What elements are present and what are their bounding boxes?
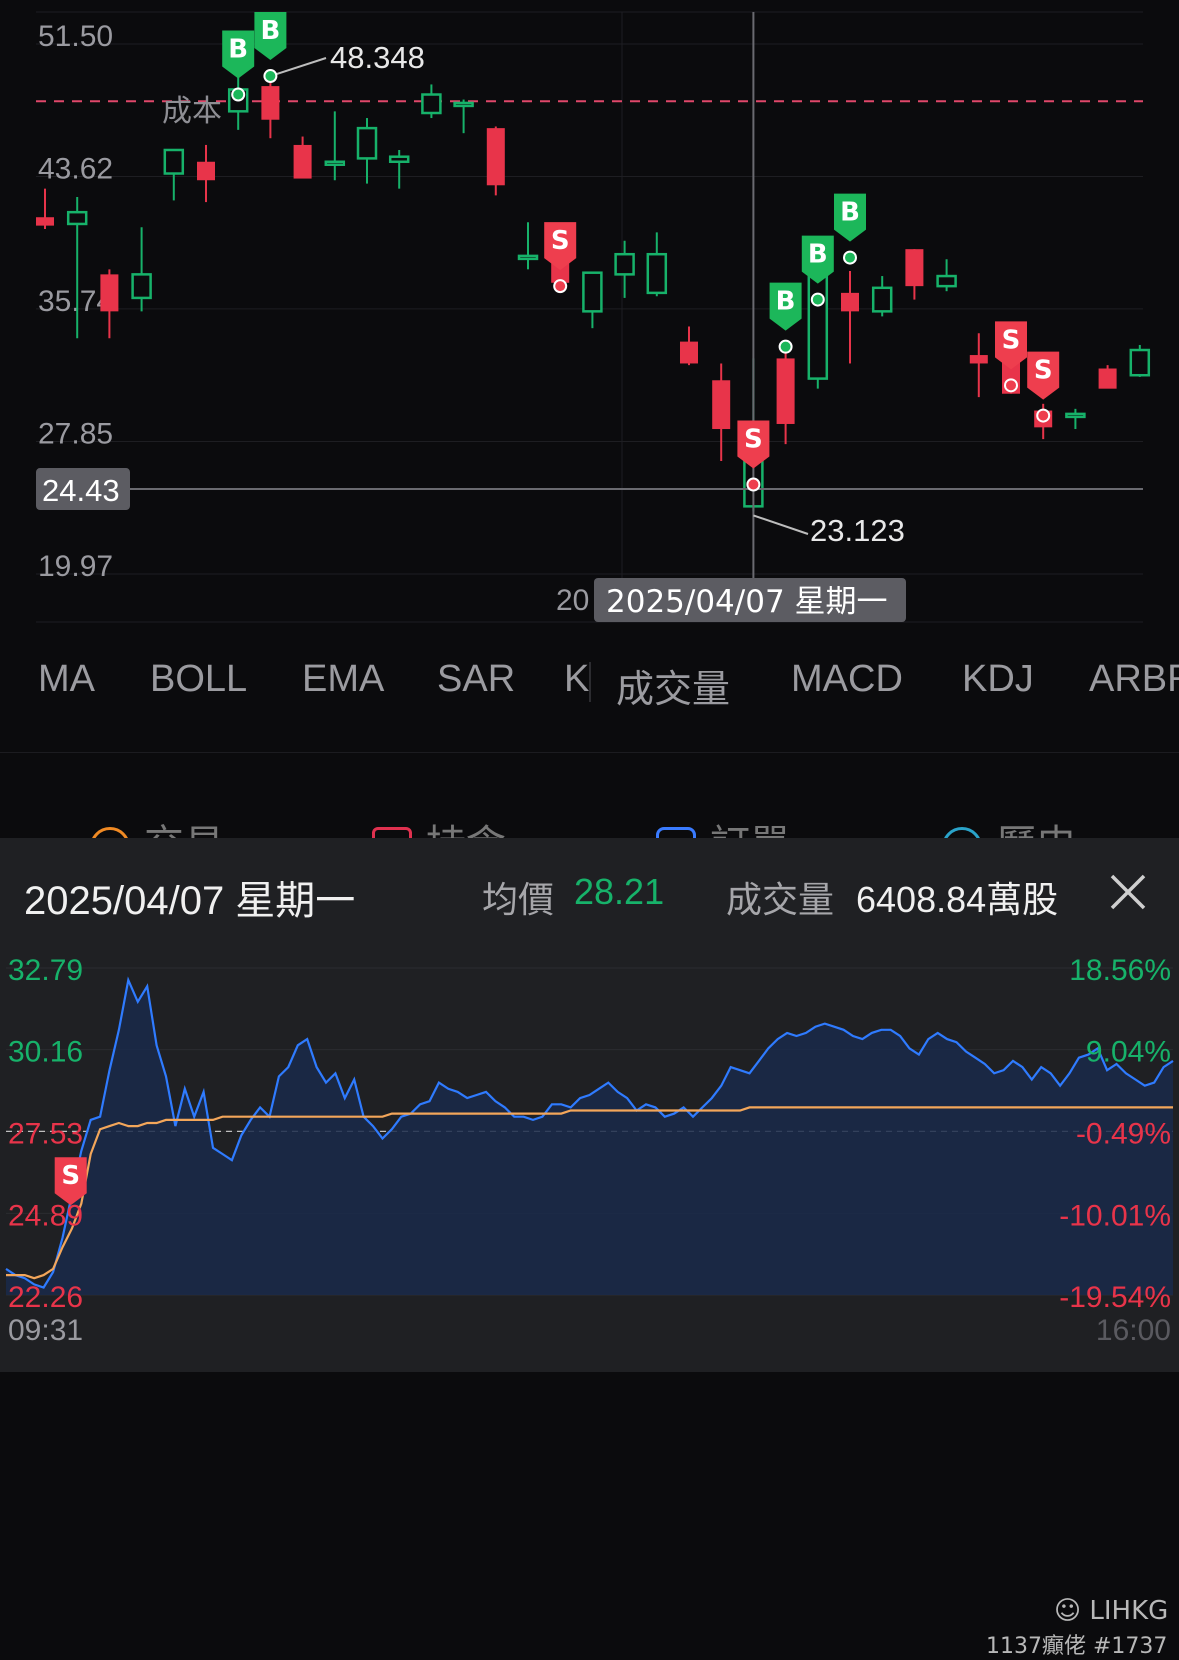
intraday-left-axis-label: 32.79 [8, 954, 83, 987]
candle-body [453, 101, 474, 108]
intraday-right-axis-label: 18.56% [1069, 954, 1171, 987]
avg-price-value: 28.21 [574, 871, 665, 912]
tab-ma[interactable]: MA [38, 658, 95, 701]
time-end-label: 16:00 [1096, 1314, 1171, 1347]
candle-body [646, 252, 668, 295]
candle-body [131, 273, 152, 300]
candle-body [712, 380, 731, 430]
trade-point [778, 339, 793, 354]
intraday-left-axis-label: 30.16 [8, 1036, 83, 1069]
tab-kdj[interactable]: KDJ [962, 658, 1034, 701]
trade-marker-label: S [1034, 356, 1053, 386]
ghost-tab-orders[interactable]: 訂單 [656, 812, 790, 840]
ghost-tab-history[interactable]: 歷史 [942, 812, 1076, 840]
candlestick-chart[interactable]: 51.5043.6235.7427.8519.97成本24.4320 2025/0… [0, 0, 1179, 640]
candle-body [1065, 412, 1086, 419]
candle-body [163, 148, 185, 175]
price-axis-label: 51.50 [38, 20, 113, 53]
trade-marker-label: S [1002, 325, 1021, 355]
candle-body [421, 93, 442, 115]
tab-k[interactable]: K [564, 658, 589, 701]
candle-body [486, 128, 505, 186]
intraday-left-axis-label: 22.26 [8, 1281, 83, 1314]
candle-body [776, 358, 795, 424]
tab-ema[interactable]: EMA [302, 658, 384, 701]
candle-body [66, 210, 88, 226]
date-axis-label: 20 [556, 584, 589, 617]
watermark-user: 1137癲佬 #1737 [986, 1634, 1168, 1659]
intraday-right-axis-label: 9.04% [1086, 1036, 1171, 1069]
intraday-right-axis-label: -10.01% [1059, 1199, 1171, 1232]
avg-price-label: 均價 [482, 880, 555, 921]
cost-label: 成本 [162, 94, 222, 129]
candle-body [197, 161, 215, 181]
trade-point [810, 292, 825, 307]
candle-body [1098, 368, 1117, 389]
crosshair-date-label: 2025/04/07 星期一 [606, 584, 888, 620]
tab-macd[interactable]: MACD [791, 658, 903, 701]
candle-body [582, 271, 603, 313]
trade-marker-label: S [744, 424, 763, 454]
time-start-label: 09:31 [8, 1314, 83, 1347]
intraday-chart[interactable]: 32.7930.1627.5324.8922.2618.56%9.04%-0.4… [0, 938, 1179, 1372]
trade-marker-label: B [776, 287, 796, 317]
candle-body [324, 160, 346, 167]
tab-volume[interactable]: 成交量 [616, 658, 730, 713]
high-label: 48.348 [330, 40, 425, 75]
trade-point [263, 69, 278, 84]
trade-marker-label: B [260, 16, 280, 46]
trade-marker-label: S [551, 226, 570, 256]
intraday-left-axis-label: 27.53 [8, 1117, 83, 1150]
candle-body [356, 126, 378, 160]
candle-body [680, 341, 698, 364]
intraday-right-axis-label: -0.49% [1076, 1117, 1171, 1150]
trade-point [553, 279, 568, 294]
trade-marker-label: B [228, 35, 248, 65]
intraday-right-axis-label: -19.54% [1059, 1281, 1171, 1314]
candle-body [936, 274, 957, 288]
candle-body [969, 355, 988, 364]
trade-marker-label: B [840, 198, 860, 228]
ghost-tab-position[interactable]: 持倉 [372, 812, 506, 840]
trade-marker-label: S [61, 1161, 80, 1191]
candle-body [36, 217, 54, 226]
trade-point [1004, 378, 1018, 393]
candle-body [388, 155, 410, 164]
section-divider [0, 752, 1179, 753]
tab-separator [589, 662, 591, 702]
candle-body [1129, 348, 1151, 377]
price-axis-label: 27.85 [38, 418, 113, 451]
trade-point [1036, 408, 1051, 423]
panel-date: 2025/04/07 星期一 [24, 879, 356, 923]
price-axis-label: 43.62 [38, 152, 113, 185]
watermark-brand-text: LIHKG [1089, 1596, 1169, 1626]
trade-point [843, 250, 857, 265]
volume-label: 成交量 [726, 880, 835, 921]
candle-body [614, 252, 635, 276]
close-icon[interactable] [1106, 870, 1150, 914]
watermark-brand: ☺ LIHKG [1054, 1596, 1169, 1626]
tab-arbr[interactable]: ARBR [1089, 658, 1179, 701]
price-axis-label: 19.97 [38, 550, 113, 583]
kline-section: 51.50 43.62 35.74 27.85 19.97 成本 24.43 20 2025/0… [0, 0, 1179, 840]
low-label: 23.123 [810, 513, 905, 548]
candle-body [100, 274, 119, 312]
tab-sar[interactable]: SAR [437, 658, 515, 701]
intraday-panel: 2025/04/07 星期一 均價 28.21 成交量 6408.84萬股 32… [0, 838, 1179, 1659]
tab-boll[interactable]: BOLL [150, 658, 247, 701]
candle-body [261, 86, 280, 120]
candle-body [905, 249, 924, 287]
trade-marker-label: B [808, 240, 828, 270]
trade-point [231, 87, 246, 102]
candle-body [841, 292, 859, 312]
trade-point [746, 477, 761, 492]
candle-body [517, 254, 539, 261]
low-leader-line [753, 514, 809, 535]
high-leader-line [270, 57, 327, 77]
crosshair-price-label: 24.43 [42, 473, 120, 508]
candle-body [871, 286, 893, 313]
ghost-tab-trade[interactable]: 交易 [90, 812, 224, 840]
candle-body [293, 144, 312, 179]
volume-value: 6408.84萬股 [856, 879, 1059, 920]
